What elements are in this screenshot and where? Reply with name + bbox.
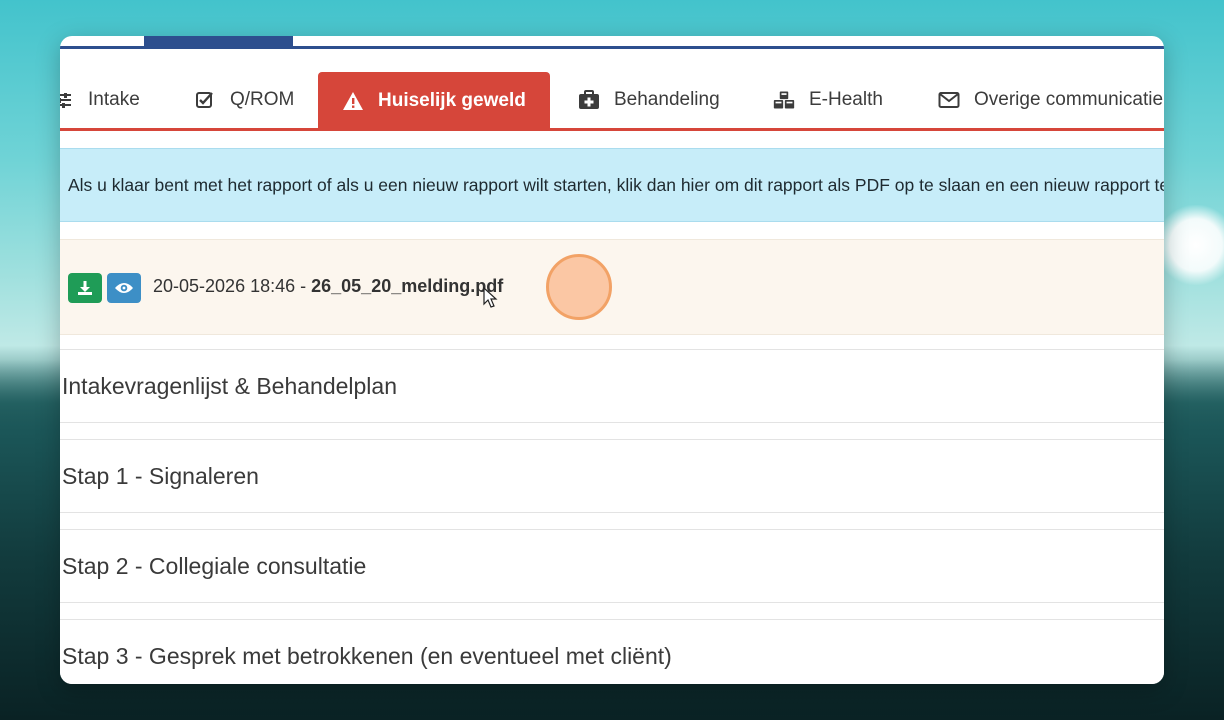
top-nav-active-indicator[interactable] <box>144 36 293 49</box>
section-stap-3[interactable]: Stap 3 - Gesprek met betrokkenen (en eve… <box>60 619 1164 684</box>
eye-icon <box>115 283 133 293</box>
warning-icon <box>342 90 364 112</box>
cubes-icon <box>773 89 795 111</box>
section-title: Stap 1 - Signaleren <box>62 462 259 489</box>
section-title: Stap 2 - Collegiale consultatie <box>62 552 367 579</box>
tab-label: Overige communicatie <box>974 89 1164 110</box>
click-indicator <box>546 254 612 320</box>
info-banner[interactable]: Als u klaar bent met het rapport of als … <box>60 148 1164 222</box>
file-datetime: 20-05-2026 18:46 - <box>153 276 312 296</box>
section-stap-2[interactable]: Stap 2 - Collegiale consultatie <box>60 529 1164 603</box>
view-button[interactable] <box>107 273 141 303</box>
section-title: Intakevragenlijst & Behandelplan <box>62 372 398 399</box>
tab-underline <box>60 128 1164 131</box>
medkit-icon <box>578 89 600 111</box>
section-title: Stap 3 - Gesprek met betrokkenen (en eve… <box>62 642 672 669</box>
tab-behandeling[interactable]: Behandeling <box>578 72 720 128</box>
file-entry: 20-05-2026 18:46 - 26_05_20_melding.pdf <box>153 276 503 297</box>
info-banner-text[interactable]: Als u klaar bent met het rapport of als … <box>68 175 1164 196</box>
app-panel: Intake Q/ROM Huiselijk geweld Behandelin… <box>60 36 1164 684</box>
tab-intake[interactable]: Intake <box>60 72 140 128</box>
section-intakevragenlijst[interactable]: Intakevragenlijst & Behandelplan <box>60 349 1164 423</box>
tab-label: Huiselijk geweld <box>378 90 526 111</box>
mouse-cursor-icon <box>483 287 498 308</box>
sliders-icon <box>60 89 74 111</box>
tab-e-health[interactable]: E-Health <box>773 72 883 128</box>
download-icon <box>78 281 92 295</box>
section-stap-1[interactable]: Stap 1 - Signaleren <box>60 439 1164 513</box>
tab-overige-communicatie[interactable]: Overige communicatie <box>938 72 1163 128</box>
checkbox-icon <box>194 89 216 111</box>
tab-label: Behandeling <box>614 89 720 110</box>
saved-report-row: 20-05-2026 18:46 - 26_05_20_melding.pdf <box>60 239 1164 335</box>
tab-label: E-Health <box>809 89 883 110</box>
file-name-link[interactable]: 26_05_20_melding.pdf <box>311 276 503 296</box>
tab-huiselijk-geweld[interactable]: Huiselijk geweld <box>318 72 550 130</box>
tab-label: Intake <box>88 89 140 110</box>
download-button[interactable] <box>68 273 102 303</box>
tab-label: Q/ROM <box>230 89 295 110</box>
envelope-icon <box>938 89 960 111</box>
tab-qrom[interactable]: Q/ROM <box>194 72 294 128</box>
background-cloud <box>1154 205 1224 285</box>
